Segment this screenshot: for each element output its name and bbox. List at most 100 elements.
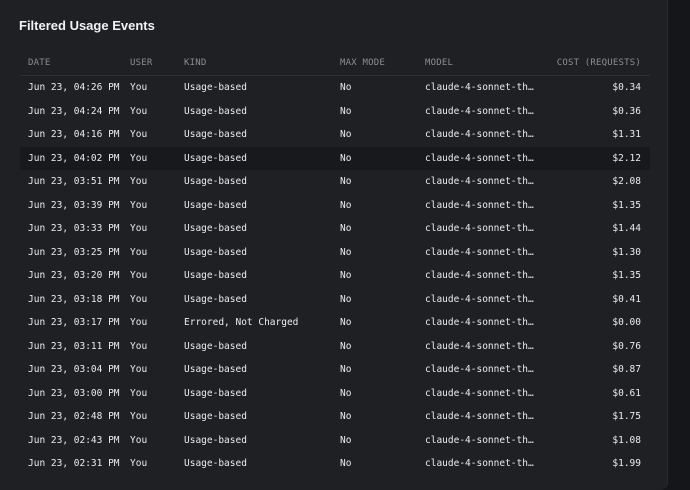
table-row[interactable]: Jun 23, 03:20 PM You Usage-based No claude-4… [20, 264, 650, 288]
cell-model: claude-4-sonnet-thinking [425, 340, 537, 352]
cell-cost: $1.44 [612, 223, 641, 234]
cell-date: Jun 23, 03:51 PM [28, 176, 120, 187]
table-row[interactable]: Jun 23, 03:11 PM You Usage-based No claude-4… [20, 335, 650, 359]
cell-kind: Usage-based [184, 458, 247, 469]
cell-max-mode: No [340, 387, 352, 399]
cell-model: claude-4-sonnet-thinking [425, 246, 537, 258]
cell-kind: Errored, Not Charged [184, 317, 299, 328]
cell-model: claude-4-sonnet-thinking [425, 176, 537, 187]
cell-date: Jun 23, 02:43 PM [28, 434, 120, 446]
column-header-cost[interactable]: COST (REQUESTS) [557, 52, 641, 75]
table-row[interactable]: Jun 23, 04:02 PM You Usage-based No claude-4… [20, 146, 650, 170]
cell-cost: $0.00 [612, 317, 641, 328]
cell-user: You [130, 317, 148, 328]
cell-max-mode: No [340, 270, 352, 281]
cell-date: Jun 23, 04:02 PM [28, 152, 120, 164]
cell-date: Jun 23, 03:25 PM [28, 246, 120, 258]
cell-user: You [130, 82, 148, 93]
cell-cost: $0.36 [612, 105, 641, 117]
cell-kind: Usage-based [184, 364, 247, 375]
cell-model: claude-4-sonnet-thinking [425, 270, 537, 281]
table-row[interactable]: Jun 23, 03:00 PM You Usage-based No claude-4… [20, 382, 650, 406]
cell-date: Jun 23, 03:33 PM [28, 223, 120, 234]
cell-cost: $0.41 [612, 293, 641, 305]
cell-max-mode: No [340, 411, 352, 422]
cell-date: Jun 23, 04:24 PM [28, 105, 120, 117]
cell-model: claude-4-sonnet-thinking [425, 129, 537, 140]
cell-max-mode: No [340, 293, 352, 305]
table-row[interactable]: Jun 23, 04:16 PM You Usage-based No claude-4… [20, 123, 650, 147]
table-row[interactable]: Jun 23, 02:43 PM You Usage-based No claude-4… [20, 429, 650, 453]
table-row[interactable]: Jun 23, 02:31 PM You Usage-based No claude-4… [20, 452, 650, 476]
cell-cost: $1.35 [612, 199, 641, 211]
cell-kind: Usage-based [184, 434, 247, 446]
page-scrollbar[interactable] [676, 0, 690, 477]
column-header-model[interactable]: MODEL [425, 52, 537, 75]
cell-date: Jun 23, 03:20 PM [28, 270, 120, 281]
cell-model: claude-4-sonnet-thinking [425, 223, 537, 234]
column-header-kind[interactable]: KIND [184, 52, 206, 75]
cell-kind: Usage-based [184, 387, 247, 399]
cell-model: claude-4-sonnet-thinking [425, 364, 537, 375]
cell-user: You [130, 434, 148, 446]
table-row[interactable]: Jun 23, 03:51 PM You Usage-based No claude-4… [20, 170, 650, 194]
cell-date: Jun 23, 02:31 PM [28, 458, 120, 469]
usage-events-panel: Filtered Usage Events DATE USER KIND MAX… [0, 0, 668, 490]
cell-kind: Usage-based [184, 223, 247, 234]
cell-user: You [130, 199, 148, 211]
cell-user: You [130, 458, 148, 469]
cell-max-mode: No [340, 105, 352, 117]
table-row[interactable]: Jun 23, 03:04 PM You Usage-based No claude-4… [20, 358, 650, 382]
cell-cost: $1.75 [612, 411, 641, 422]
cell-cost: $0.87 [612, 364, 641, 375]
cell-max-mode: No [340, 199, 352, 211]
column-header-max-mode[interactable]: MAX MODE [340, 52, 385, 75]
cell-kind: Usage-based [184, 152, 247, 164]
cell-date: Jun 23, 03:39 PM [28, 199, 120, 211]
cell-date: Jun 23, 03:18 PM [28, 293, 120, 305]
cell-cost: $1.99 [612, 458, 641, 469]
cell-cost: $0.76 [612, 340, 641, 352]
cell-user: You [130, 364, 148, 375]
cell-max-mode: No [340, 82, 352, 93]
cell-kind: Usage-based [184, 246, 247, 258]
table-row[interactable]: Jun 23, 04:24 PM You Usage-based No claude-4… [20, 100, 650, 124]
cell-model: claude-4-sonnet-thinking [425, 411, 537, 422]
cell-model: claude-4-sonnet-thinking [425, 152, 537, 164]
cell-user: You [130, 105, 148, 117]
table-row[interactable]: Jun 23, 04:26 PM You Usage-based No claude-4… [20, 76, 650, 100]
cell-user: You [130, 152, 148, 164]
table-row[interactable]: Jun 23, 03:39 PM You Usage-based No claude-4… [20, 194, 650, 218]
cell-kind: Usage-based [184, 176, 247, 187]
column-header-user[interactable]: USER [130, 52, 152, 75]
cell-kind: Usage-based [184, 293, 247, 305]
cell-cost: $2.12 [612, 152, 641, 164]
cell-date: Jun 23, 04:26 PM [28, 82, 120, 93]
cell-model: claude-4-sonnet-thinking [425, 105, 537, 117]
cell-model: claude-4-sonnet-thinking [425, 434, 537, 446]
table-row[interactable]: Jun 23, 03:18 PM You Usage-based No claude-4… [20, 288, 650, 312]
cell-max-mode: No [340, 340, 352, 352]
table-body: Jun 23, 04:26 PM You Usage-based No claude-4… [20, 76, 650, 476]
cell-model: claude-4-sonnet-thinking [425, 82, 537, 93]
cell-user: You [130, 340, 148, 352]
table-header: DATE USER KIND MAX MODE MODEL COST (REQU… [20, 52, 650, 76]
cell-max-mode: No [340, 246, 352, 258]
cell-model: claude-4-sonnet-thinking [425, 199, 537, 211]
cell-user: You [130, 387, 148, 399]
cell-kind: Usage-based [184, 82, 247, 93]
cell-date: Jun 23, 03:17 PM [28, 317, 120, 328]
cell-user: You [130, 129, 148, 140]
cell-model: claude-4-sonnet-thinking [425, 293, 537, 305]
cell-max-mode: No [340, 176, 352, 187]
cell-cost: $1.35 [612, 270, 641, 281]
table-row[interactable]: Jun 23, 03:25 PM You Usage-based No claude-4… [20, 241, 650, 265]
table-row[interactable]: Jun 23, 03:17 PM You Errored, Not Charged N… [20, 311, 650, 335]
cell-user: You [130, 270, 148, 281]
cell-max-mode: No [340, 458, 352, 469]
cell-cost: $0.34 [612, 82, 641, 93]
table-row[interactable]: Jun 23, 03:33 PM You Usage-based No claude-4… [20, 217, 650, 241]
table-row[interactable]: Jun 23, 02:48 PM You Usage-based No claude-4… [20, 405, 650, 429]
cell-max-mode: No [340, 434, 352, 446]
column-header-date[interactable]: DATE [28, 52, 50, 75]
